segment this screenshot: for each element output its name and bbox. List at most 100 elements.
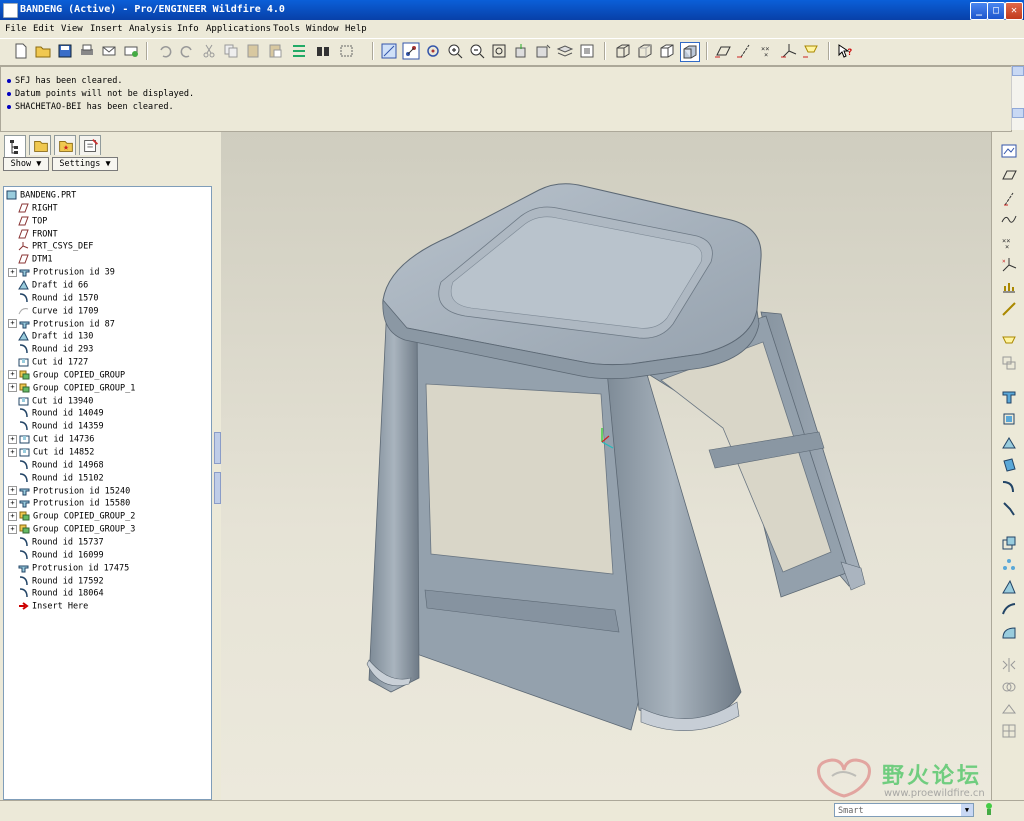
offset-tool-icon[interactable] (1000, 722, 1018, 740)
wireframe-icon[interactable] (614, 42, 632, 60)
datum-points-icon[interactable]: ×× × (758, 42, 776, 60)
no-hidden-icon[interactable] (658, 42, 676, 60)
select-box-icon[interactable] (338, 42, 356, 60)
tree-item[interactable]: + Protrusion id 87 (8, 319, 115, 331)
close-button[interactable]: ✕ (1005, 2, 1023, 20)
undo-icon[interactable] (156, 42, 174, 60)
maximize-button[interactable]: □ (987, 2, 1005, 20)
trim-tool-icon[interactable] (1000, 700, 1018, 718)
annotation-icon[interactable] (802, 42, 820, 60)
tree-item[interactable]: + Group COPIED_GROUP (8, 370, 125, 382)
tree-item[interactable]: Round id 18064 (8, 588, 104, 600)
annotation-tool-icon[interactable] (1000, 332, 1018, 350)
shading-icon[interactable] (680, 42, 700, 62)
tree-item[interactable]: Cut id 13940 (8, 396, 93, 408)
pattern-tool-icon[interactable] (1000, 556, 1018, 574)
datum-axes-icon[interactable] (736, 42, 754, 60)
send-mail-icon[interactable] (122, 42, 140, 60)
expand-toggle-icon[interactable]: + (8, 524, 17, 534)
show-dropdown[interactable]: Show ▼ (3, 157, 49, 171)
repaint-icon[interactable] (380, 42, 398, 60)
menu-tools[interactable]: Tools (273, 24, 300, 34)
tree-item[interactable]: Curve id 1709 (8, 306, 99, 318)
analysis-tool-icon[interactable] (1000, 278, 1018, 296)
draft-tool-icon[interactable] (1000, 578, 1018, 596)
cut-icon[interactable] (200, 42, 218, 60)
blend-tool-icon[interactable] (1000, 456, 1018, 474)
shell-tool-icon[interactable] (1000, 534, 1018, 552)
tree-item[interactable]: + Group COPIED_GROUP_1 (8, 383, 135, 395)
tree-item[interactable]: BANDENG.PRT (6, 190, 76, 202)
tree-item[interactable]: + Cut id 14736 (8, 434, 94, 446)
tree-item[interactable]: Draft id 66 (8, 279, 88, 292)
sketch-tool-icon[interactable] (1000, 142, 1018, 160)
paste-icon[interactable] (244, 42, 262, 60)
scroll-up-arrow[interactable] (1012, 66, 1024, 76)
print-icon[interactable] (78, 42, 96, 60)
tree-item[interactable]: + Protrusion id 15240 (8, 486, 130, 498)
rib-tool-icon[interactable] (1000, 600, 1018, 618)
zoom-in-icon[interactable] (446, 42, 464, 60)
tree-item[interactable]: Insert Here (8, 601, 88, 613)
message-scrollbar[interactable] (1011, 66, 1024, 130)
chain-tool-icon[interactable] (1000, 300, 1018, 318)
context-help-icon[interactable]: ? (836, 42, 854, 60)
tree-item[interactable]: Draft id 130 (8, 331, 93, 343)
tree-item[interactable]: Round id 1570 (8, 293, 99, 305)
datum-plane-tool-icon[interactable] (1000, 166, 1018, 184)
expand-toggle-icon[interactable]: + (8, 267, 17, 277)
tree-item[interactable]: RIGHT (8, 203, 58, 215)
scroll-down-arrow[interactable] (1012, 108, 1024, 118)
tree-item[interactable]: Round id 15737 (8, 537, 104, 549)
tree-item[interactable]: DTM1 (8, 254, 52, 266)
expand-toggle-icon[interactable]: + (8, 486, 17, 496)
chamfer-tool-icon[interactable] (1000, 500, 1018, 518)
layers-icon[interactable] (556, 42, 574, 60)
open-folder-icon[interactable] (34, 42, 52, 60)
datum-planes-icon[interactable] (714, 42, 732, 60)
expand-toggle-icon[interactable]: + (8, 434, 17, 444)
menu-info[interactable]: Info (177, 24, 199, 34)
copy-icon[interactable] (222, 42, 240, 60)
menu-analysis[interactable]: Analysis (129, 24, 172, 34)
graphics-window[interactable] (221, 132, 991, 800)
tree-item[interactable]: Round id 14359 (8, 421, 104, 433)
expand-toggle-icon[interactable]: + (8, 498, 17, 508)
datum-point-tool-icon[interactable]: ×× × (1000, 234, 1018, 252)
selection-filter[interactable]: Smart ▼ (834, 803, 974, 817)
copy-feature-icon[interactable] (1000, 354, 1018, 372)
coordinate-systems-icon[interactable] (780, 42, 798, 60)
tree-item[interactable]: Round id 15102 (8, 472, 104, 485)
tree-item[interactable]: Round id 17592 (8, 575, 104, 588)
tree-item[interactable]: Round id 14968 (8, 460, 104, 472)
spin-center-icon[interactable] (402, 42, 420, 60)
sweep-tool-icon[interactable] (1000, 434, 1018, 452)
tab-history[interactable] (79, 135, 101, 155)
email-icon[interactable] (100, 42, 118, 60)
csys-tool-icon[interactable]: × (1000, 256, 1018, 274)
view-manager-icon[interactable] (578, 42, 596, 60)
refit-icon[interactable] (490, 42, 508, 60)
tree-item[interactable]: TOP (8, 216, 47, 228)
tree-item[interactable]: + Group COPIED_GROUP_2 (8, 511, 135, 523)
menu-applications[interactable]: Applications (206, 24, 271, 34)
paste-special-icon[interactable] (266, 42, 284, 60)
find-icon[interactable] (314, 42, 332, 60)
datum-axis-tool-icon[interactable] (1000, 190, 1018, 208)
tab-favorites[interactable] (54, 135, 76, 155)
menu-window[interactable]: Window (306, 24, 339, 34)
mirror-tool-icon[interactable] (1000, 656, 1018, 674)
menu-edit[interactable]: Edit (33, 24, 55, 34)
chevron-down-icon[interactable]: ▼ (961, 804, 973, 816)
menu-view[interactable]: View (61, 24, 83, 34)
zoom-out-icon[interactable] (468, 42, 486, 60)
settings-dropdown[interactable]: Settings ▼ (52, 157, 118, 171)
collapse-handle[interactable] (214, 432, 221, 464)
saved-views-icon[interactable] (534, 42, 552, 60)
expand-handle[interactable] (214, 472, 221, 504)
expand-toggle-icon[interactable]: + (8, 511, 17, 521)
menu-insert[interactable]: Insert (90, 24, 123, 34)
tree-item[interactable]: Protrusion id 17475 (8, 563, 129, 575)
new-file-icon[interactable] (12, 42, 30, 60)
save-icon[interactable] (56, 42, 74, 60)
